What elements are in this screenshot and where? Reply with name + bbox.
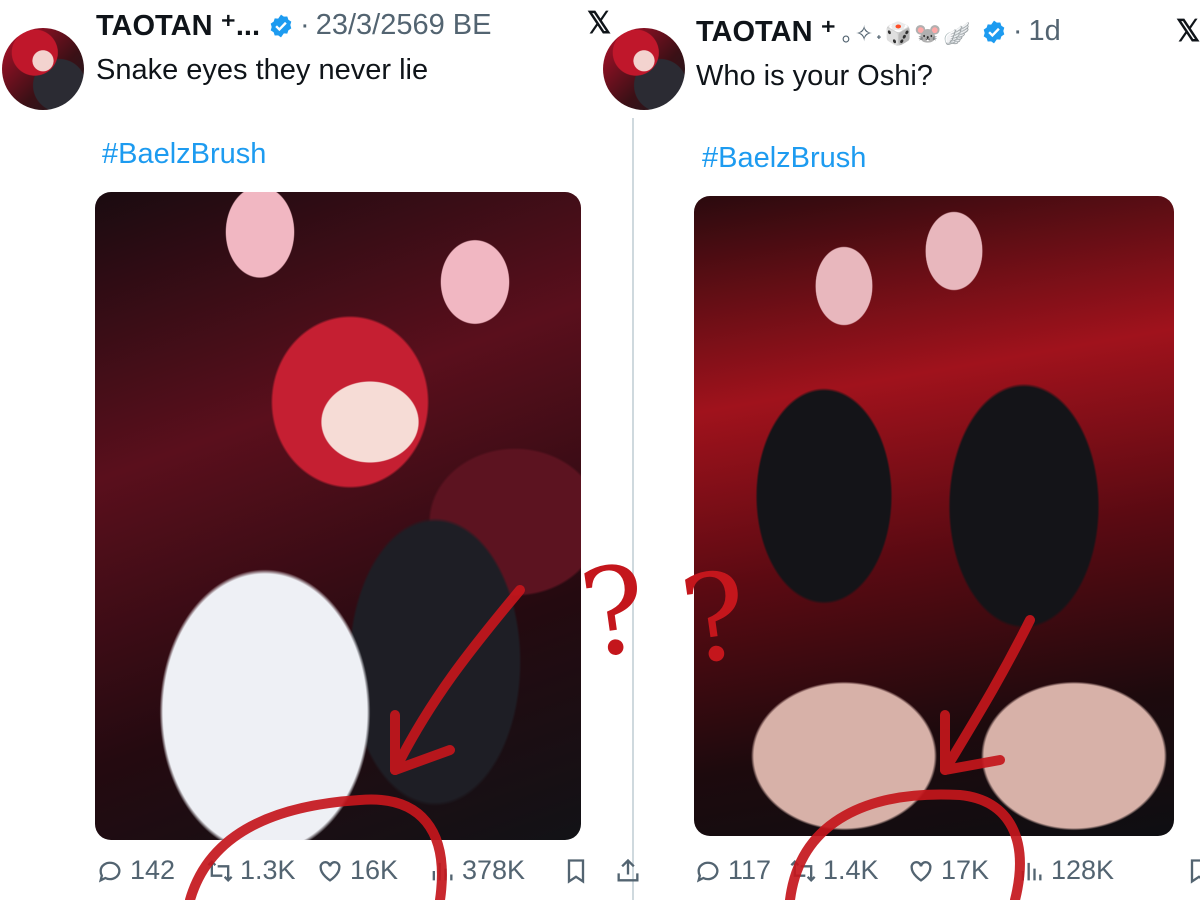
views-button[interactable]: 128K (1017, 855, 1167, 886)
hashtag-link[interactable]: #BaelzBrush (102, 138, 266, 171)
reply-button[interactable]: 142 (96, 855, 206, 886)
like-icon (319, 860, 341, 882)
tweet-left: TAOTAN ⁺... · 23/3/2569 BE 𝕏 Snake eyes … (0, 0, 639, 900)
repost-count: 1.4K (823, 855, 879, 885)
tweet-header: TAOTAN ⁺... · 23/3/2569 BE (96, 8, 491, 43)
like-count: 17K (941, 855, 990, 885)
author-avatar[interactable] (2, 28, 84, 110)
like-icon (910, 860, 932, 882)
x-logo-icon: 𝕏 (587, 7, 612, 40)
tweet-timestamp[interactable]: 1d (1029, 15, 1061, 48)
repost-button[interactable]: 1.4K (789, 855, 907, 886)
reply-count: 117 (728, 855, 772, 885)
tweet-header: TAOTAN ⁺ ｡✧˖🎲🐭🪽 · 1d (696, 14, 1061, 49)
reply-icon (696, 861, 719, 883)
views-icon (432, 862, 453, 880)
verified-icon (983, 20, 1005, 43)
tweet-text: Who is your Oshi? (696, 60, 933, 92)
bookmark-button[interactable] (1185, 857, 1200, 885)
verified-icon (270, 14, 292, 37)
views-count: 378K (462, 855, 526, 885)
reply-count: 142 (130, 855, 176, 885)
name-emojis: ｡✧˖🎲🐭🪽 (841, 20, 973, 46)
tweet-text: Snake eyes they never lie (96, 54, 429, 86)
like-count: 16K (350, 855, 399, 885)
action-bar: 142 1.3K 16K 378K (96, 855, 648, 886)
tweet-timestamp[interactable]: 23/3/2569 BE (316, 9, 492, 42)
x-logo-icon: 𝕏 (1176, 15, 1200, 48)
repost-icon (207, 859, 233, 882)
hashtag-link[interactable]: #BaelzBrush (702, 142, 866, 175)
author-name[interactable]: TAOTAN ⁺ (696, 14, 836, 49)
reply-icon (98, 861, 121, 883)
repost-icon (790, 859, 816, 882)
author-name[interactable]: TAOTAN ⁺... (96, 8, 260, 43)
views-icon (1021, 862, 1042, 880)
bookmark-button[interactable] (562, 857, 596, 885)
reply-button[interactable]: 117 (694, 855, 789, 886)
separator-dot: · (300, 9, 310, 41)
separator-dot: · (1012, 15, 1023, 47)
repost-count: 1.3K (240, 855, 296, 885)
views-count: 128K (1051, 855, 1115, 885)
views-button[interactable]: 378K (428, 855, 544, 886)
like-button[interactable]: 16K (316, 855, 428, 886)
bookmark-icon (1190, 858, 1200, 884)
like-button[interactable]: 17K (907, 855, 1017, 886)
bookmark-icon (567, 858, 585, 884)
tweet-photo[interactable] (694, 196, 1174, 836)
repost-button[interactable]: 1.3K (206, 855, 316, 886)
author-avatar[interactable] (603, 28, 685, 110)
tweet-photo[interactable] (95, 192, 581, 840)
action-bar: 117 1.4K 17K 128K (694, 855, 1200, 886)
